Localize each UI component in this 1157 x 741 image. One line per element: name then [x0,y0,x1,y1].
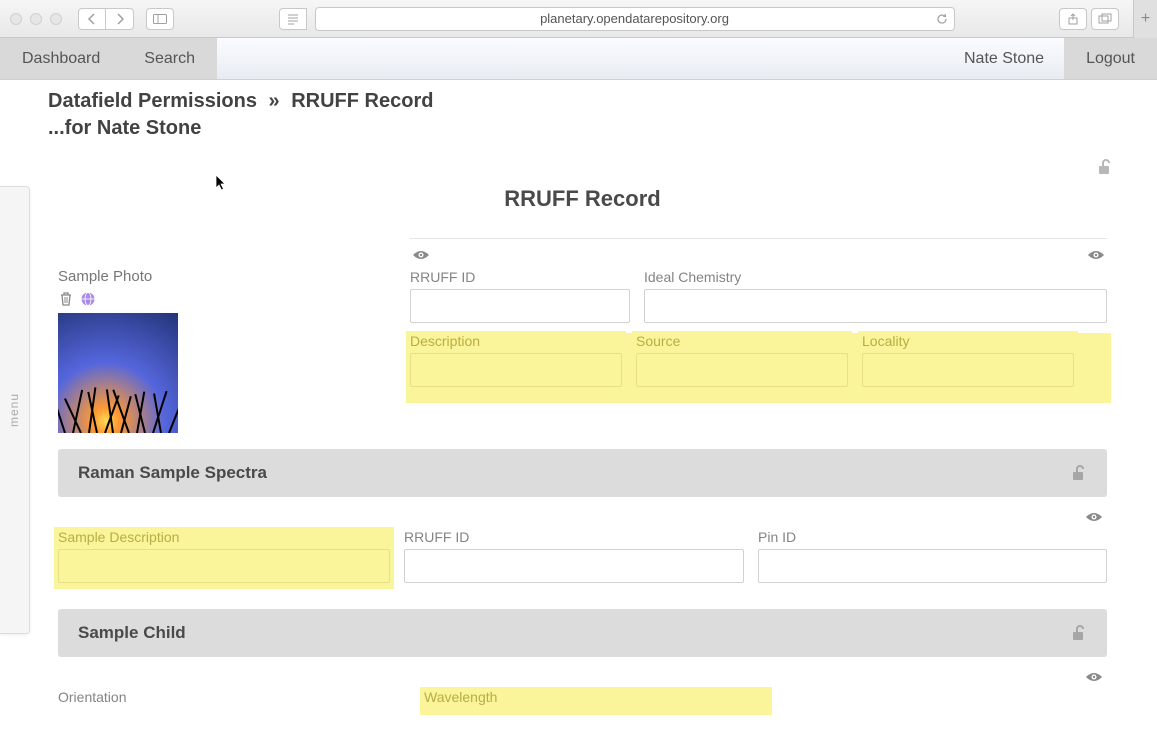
app-nav-bar: Dashboard Search Nate Stone Logout [0,38,1157,80]
unlock-icon[interactable] [1069,464,1087,482]
record-title: RRUFF Record [48,186,1117,212]
sample-photo-label: Sample Photo [58,268,410,285]
field-ideal-chemistry: Ideal Chemistry [644,269,1107,323]
field-label: RRUFF ID [404,529,744,545]
eye-icon[interactable] [1085,671,1103,683]
share-icon[interactable] [1059,8,1087,30]
section-title: Sample Child [78,623,186,643]
url-text: planetary.opendatarepository.org [540,11,729,26]
field-rruff-id: RRUFF ID [410,269,630,323]
page-subheading: ...for Nate Stone [48,117,1117,140]
reader-mode-icon[interactable] [279,8,307,30]
nav-back-forward [78,8,134,30]
menu-handle-label: menu [8,393,22,427]
field-label: Description [410,333,622,349]
minimize-window-icon[interactable] [30,13,42,25]
description-input[interactable] [410,353,622,387]
address-bar[interactable]: planetary.opendatarepository.org [315,7,955,31]
page-content: Datafield Permissions » RRUFF Record ...… [0,80,1157,719]
highlighted-row: Description Source Locality [406,333,1111,403]
menu-drawer-handle[interactable]: menu [0,186,30,634]
breadcrumb-leaf: RRUFF Record [291,90,433,112]
field-wavelength: Wavelength [420,687,772,715]
zoom-window-icon[interactable] [50,13,62,25]
field-sample-description: Sample Description [54,527,394,589]
locality-input[interactable] [862,353,1074,387]
section-raman: Raman Sample Spectra [58,449,1107,497]
nav-username[interactable]: Nate Stone [944,38,1064,79]
window-controls [10,13,62,25]
forward-button[interactable] [106,8,134,30]
breadcrumb: Datafield Permissions » RRUFF Record [48,90,1117,113]
breadcrumb-separator: » [269,90,280,112]
breadcrumb-root[interactable]: Datafield Permissions [48,90,257,112]
sidebar-toggle-icon[interactable] [146,8,174,30]
eye-icon[interactable] [1085,511,1103,523]
field-label: RRUFF ID [410,269,630,285]
eye-icon[interactable] [1087,249,1105,261]
globe-icon[interactable] [80,291,96,307]
field-orientation: Orientation [58,689,410,719]
browser-toolbar: planetary.opendatarepository.org + [0,0,1157,38]
toolbar-right [1059,8,1119,30]
address-bar-group: planetary.opendatarepository.org [202,7,1031,31]
close-window-icon[interactable] [10,13,22,25]
unlock-icon[interactable] [1095,158,1113,176]
section-sample-child: Sample Child [58,609,1107,657]
back-button[interactable] [78,8,106,30]
photo-actions [58,291,410,307]
field-label: Sample Description [58,529,390,545]
field-source: Source [632,331,852,393]
rruff-id-input[interactable] [410,289,630,323]
left-column: Sample Photo [58,238,410,433]
ideal-chemistry-input[interactable] [644,289,1107,323]
field-description: Description [406,331,626,393]
field-label: Source [636,333,848,349]
right-column: RRUFF ID Ideal Chemistry Description Sou… [410,238,1107,433]
record-lock-bar [48,158,1117,176]
trash-icon[interactable] [58,291,74,307]
sample-photo-thumbnail[interactable] [58,313,178,433]
field-label: Locality [862,333,1074,349]
field-rruff-id-raman: RRUFF ID [404,529,744,593]
rruff-id-raman-input[interactable] [404,549,744,583]
nav-search[interactable]: Search [122,38,217,79]
new-tab-button[interactable]: + [1133,0,1157,38]
nav-dashboard[interactable]: Dashboard [0,38,122,79]
source-input[interactable] [636,353,848,387]
field-label: Wavelength [424,689,768,705]
nav-logout[interactable]: Logout [1064,38,1157,79]
field-pin-id: Pin ID [758,529,1107,593]
section-title: Raman Sample Spectra [78,463,267,483]
pin-id-input[interactable] [758,549,1107,583]
reload-icon[interactable] [936,13,948,25]
eye-icon[interactable] [412,249,430,261]
field-label: Orientation [58,689,410,705]
tabs-icon[interactable] [1091,8,1119,30]
unlock-icon[interactable] [1069,624,1087,642]
sample-description-input[interactable] [58,549,390,583]
field-label: Pin ID [758,529,1107,545]
field-locality: Locality [858,331,1078,393]
field-label: Ideal Chemistry [644,269,1107,285]
